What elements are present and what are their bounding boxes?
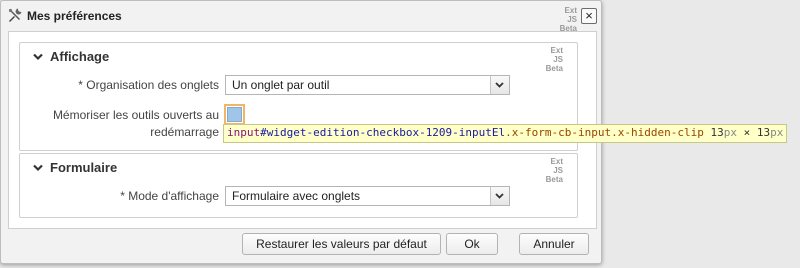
display-mode-label: * Mode d'affichage xyxy=(120,189,219,203)
element-inspector-tooltip: input#widget-edition-checkbox-1209-input… xyxy=(223,124,788,143)
reset-defaults-button[interactable]: Restaurer les valeurs par défaut xyxy=(242,233,441,255)
form-fieldset: Formulaire Ext JS Beta * Mode d'affichag… xyxy=(19,153,578,218)
ok-button[interactable]: Ok xyxy=(446,233,498,255)
chevron-down-icon[interactable] xyxy=(490,76,509,94)
tab-organisation-label: * Organisation des onglets xyxy=(78,78,219,92)
tools-icon xyxy=(8,8,22,22)
cancel-button[interactable]: Annuler xyxy=(519,233,589,255)
remember-tools-checkbox[interactable] xyxy=(224,104,245,125)
display-mode-select[interactable]: Formulaire avec onglets xyxy=(225,186,510,206)
chevron-down-icon[interactable] xyxy=(490,187,509,205)
display-fieldset-title: Affichage xyxy=(50,49,110,64)
chevron-down-icon xyxy=(33,164,43,171)
tab-organisation-select[interactable]: Un onglet par outil xyxy=(225,75,510,95)
ext-js-beta-badge: Ext JS Beta xyxy=(545,46,563,73)
form-fieldset-toggle[interactable]: Formulaire xyxy=(32,160,117,175)
chevron-down-icon xyxy=(33,53,43,60)
ext-js-beta-badge: Ext JS Beta xyxy=(545,157,563,184)
form-fieldset-title: Formulaire xyxy=(50,160,118,175)
window-titlebar[interactable]: Mes préférences Ext JS Beta × xyxy=(1,1,601,33)
close-button[interactable]: × xyxy=(581,8,597,24)
window-title: Mes préférences xyxy=(27,9,122,23)
display-fieldset-toggle[interactable]: Affichage xyxy=(32,49,109,64)
ext-js-beta-badge: Ext JS Beta xyxy=(559,6,577,33)
remember-tools-label: Mémoriser les outils ouverts au redémarr… xyxy=(52,108,219,139)
